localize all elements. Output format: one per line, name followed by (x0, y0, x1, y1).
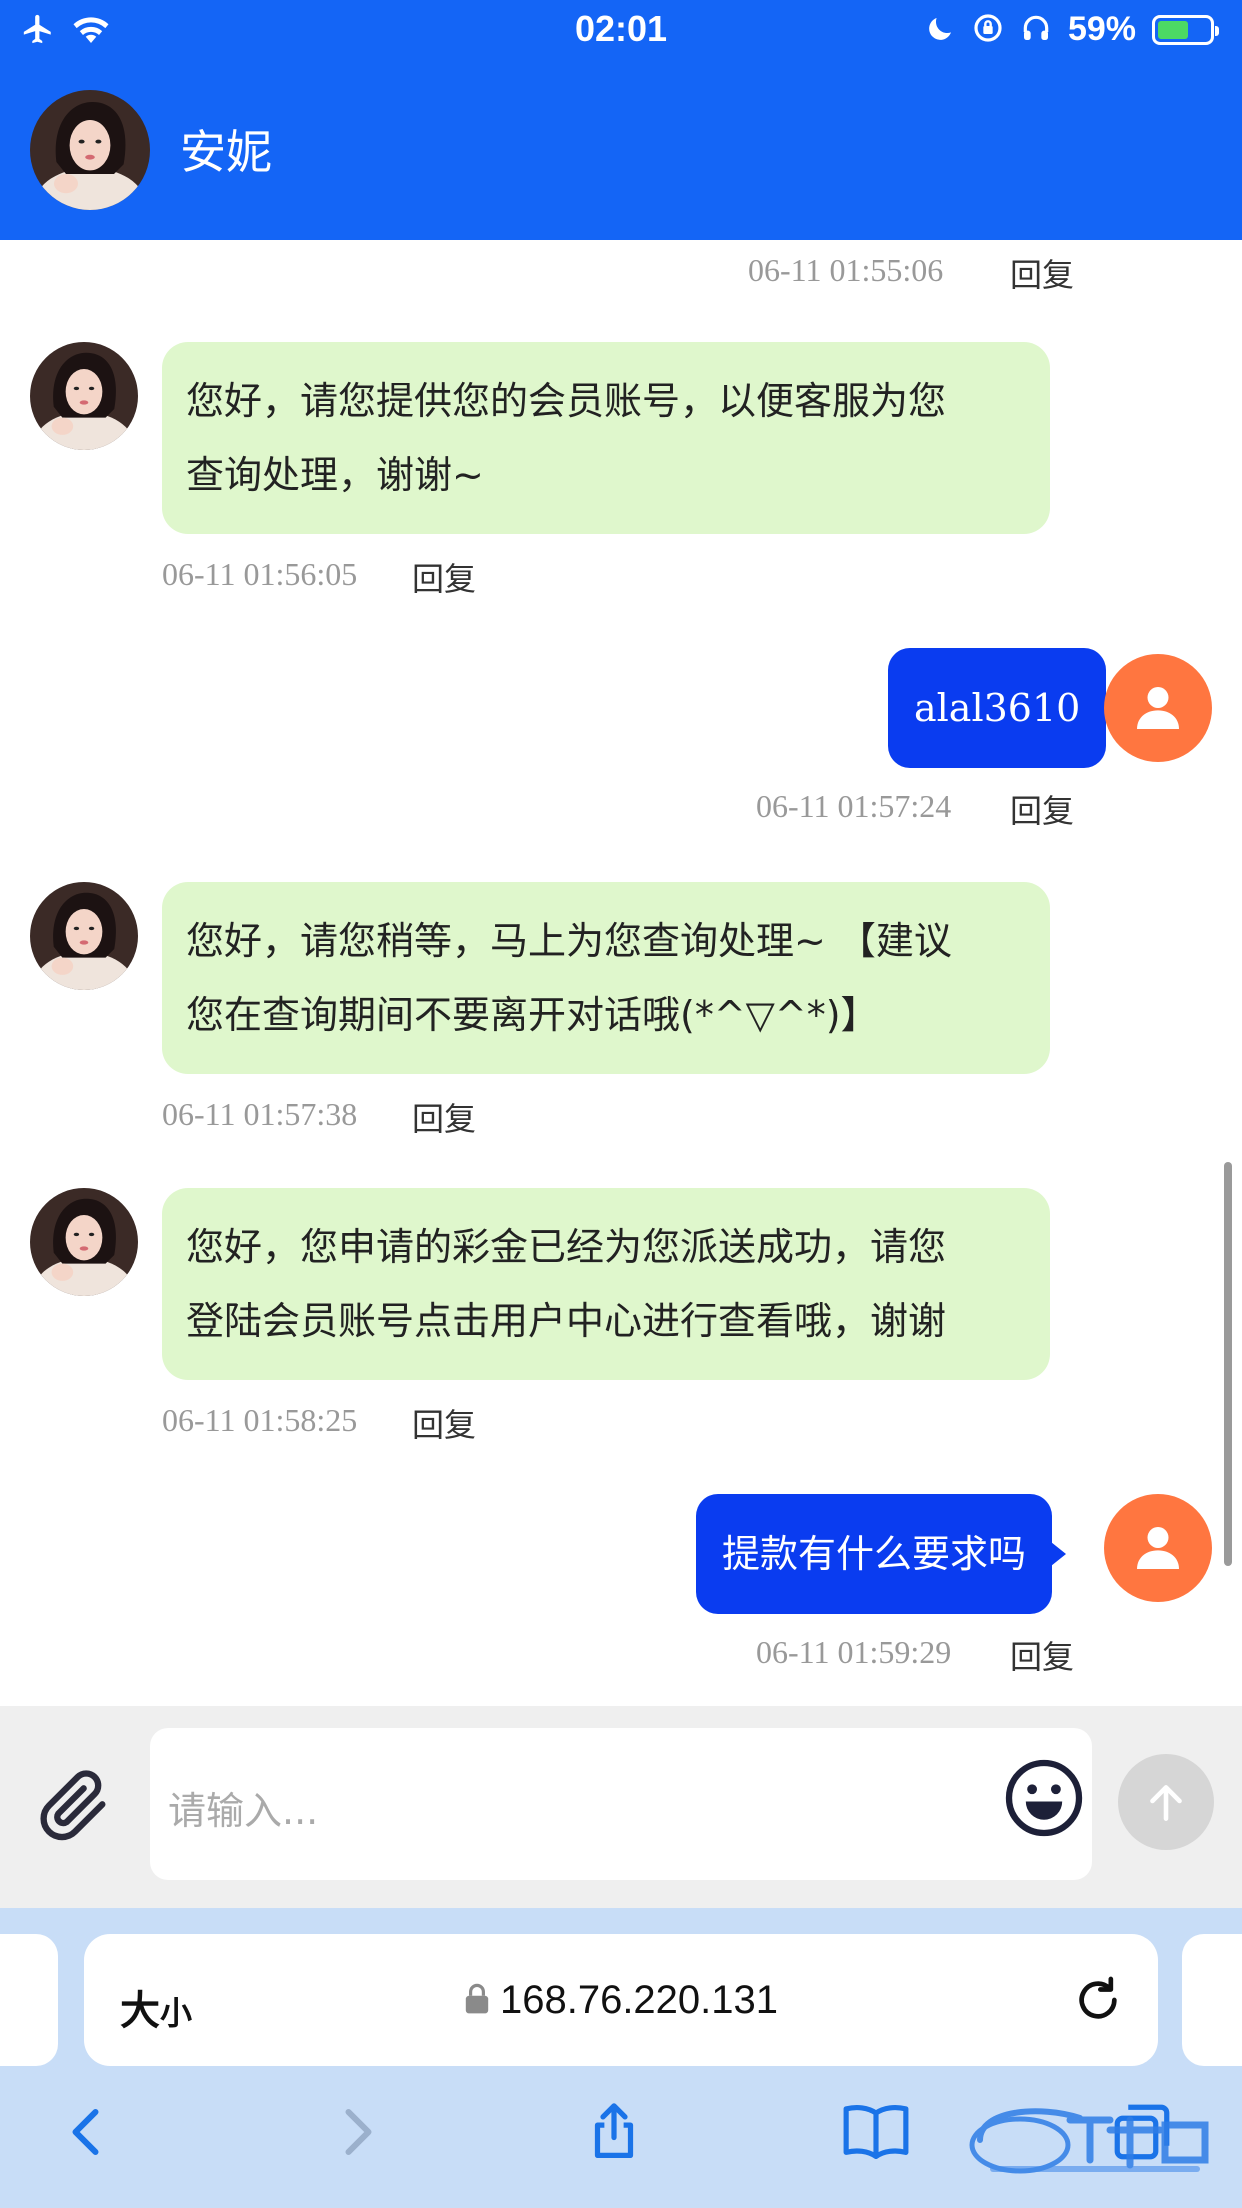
message-time: 06-11 01:57:24 (756, 788, 952, 824)
scrollbar[interactable] (1224, 1162, 1232, 1566)
watermark-logo (960, 2090, 1230, 2180)
message-text-line: 登陆会员账号点击用户中心进行查看哦，谢谢 (186, 1299, 947, 1343)
back-icon[interactable] (48, 2092, 128, 2172)
paperclip-icon[interactable] (34, 1766, 114, 1846)
message-list[interactable]: 06-11 01:55:06 回复 您好，请您提供您的会员账号，以便客服为您 查… (0, 240, 1242, 1706)
send-button[interactable] (1118, 1754, 1214, 1850)
url-text: 168.76.220.131 (499, 1978, 779, 2022)
reply-button[interactable]: 回复 (412, 554, 476, 600)
person-icon (1137, 687, 1179, 729)
message-time: 06-11 01:59:29 (756, 1634, 952, 1670)
incoming-bubble[interactable]: 您好，请您稍等，马上为您查询处理~ 【建议 您在查询期间不要离开对话哦(*^▽^… (162, 882, 1050, 1074)
message-text: 提款有什么要求吗 (722, 1532, 1027, 1576)
message-time: 06-11 01:58:25 (162, 1402, 358, 1438)
person-icon (1137, 1527, 1179, 1569)
battery-fill (1158, 20, 1188, 39)
previous-tab-edge[interactable] (0, 1934, 58, 2066)
message-text-line: 您好，请您稍等，马上为您查询处理~ 【建议 (186, 919, 952, 963)
status-right-icons: 59% (926, 10, 1219, 49)
input-placeholder: 请输入... (168, 1789, 319, 1833)
message-input[interactable]: 请输入... (150, 1728, 1092, 1880)
contact-name: 安妮 (180, 125, 272, 179)
lock-icon (464, 1980, 490, 2025)
reply-button[interactable]: 回复 (412, 1094, 476, 1140)
message-text-line: 查询处理，谢谢~ (186, 453, 484, 497)
share-icon[interactable] (574, 2092, 654, 2172)
message-time: 06-11 01:57:38 (162, 1096, 358, 1132)
message-time: 06-11 01:55:06 (748, 252, 944, 288)
message-text-line: 您好，您申请的彩金已经为您派送成功，请您 (186, 1225, 947, 1269)
agent-avatar[interactable] (30, 342, 138, 450)
arrow-up-icon (1150, 1785, 1182, 1821)
message-text-line: 您好，请您提供您的会员账号，以便客服为您 (186, 379, 947, 423)
reply-button[interactable]: 回复 (1010, 250, 1074, 296)
message-time: 06-11 01:56:05 (162, 556, 358, 592)
smiley-icon[interactable] (1002, 1756, 1086, 1840)
next-tab-edge[interactable] (1182, 1934, 1242, 2066)
user-avatar[interactable] (1104, 1494, 1212, 1602)
reply-button[interactable]: 回复 (1010, 1632, 1074, 1678)
orientation-lock-icon (972, 12, 1004, 48)
address-bar[interactable]: 大小 168.76.220.131 (84, 1934, 1158, 2066)
status-bar: 02:01 59% (0, 0, 1242, 62)
headphones-icon (1020, 12, 1052, 48)
bookmarks-icon[interactable] (836, 2092, 916, 2172)
reply-button[interactable]: 回复 (412, 1400, 476, 1446)
agent-avatar[interactable] (30, 882, 138, 990)
user-avatar[interactable] (1104, 654, 1212, 762)
outgoing-bubble[interactable]: alal3610 (888, 648, 1121, 768)
message-text-line: 您在查询期间不要离开对话哦(*^▽^*)】 (186, 993, 879, 1037)
reply-button[interactable]: 回复 (1010, 786, 1074, 832)
message-text: alal3610 (914, 686, 1081, 730)
chat-header: 安妮 (0, 62, 1242, 240)
composer-bar: 请输入... (0, 1706, 1242, 1908)
forward-icon[interactable] (316, 2092, 396, 2172)
battery-icon (1152, 14, 1219, 45)
agent-avatar[interactable] (30, 90, 150, 210)
url-display[interactable]: 168.76.220.131 (84, 1978, 1158, 2025)
battery-percent: 59% (1067, 10, 1136, 48)
moon-icon (926, 13, 956, 47)
outgoing-bubble[interactable]: 提款有什么要求吗 (696, 1494, 1067, 1614)
reload-icon[interactable] (1070, 1972, 1126, 2028)
incoming-bubble[interactable]: 您好，请您提供您的会员账号，以便客服为您 查询处理，谢谢~ (162, 342, 1050, 534)
incoming-bubble[interactable]: 您好，您申请的彩金已经为您派送成功，请您 登陆会员账号点击用户中心进行查看哦，谢… (162, 1188, 1050, 1380)
agent-avatar[interactable] (30, 1188, 138, 1296)
